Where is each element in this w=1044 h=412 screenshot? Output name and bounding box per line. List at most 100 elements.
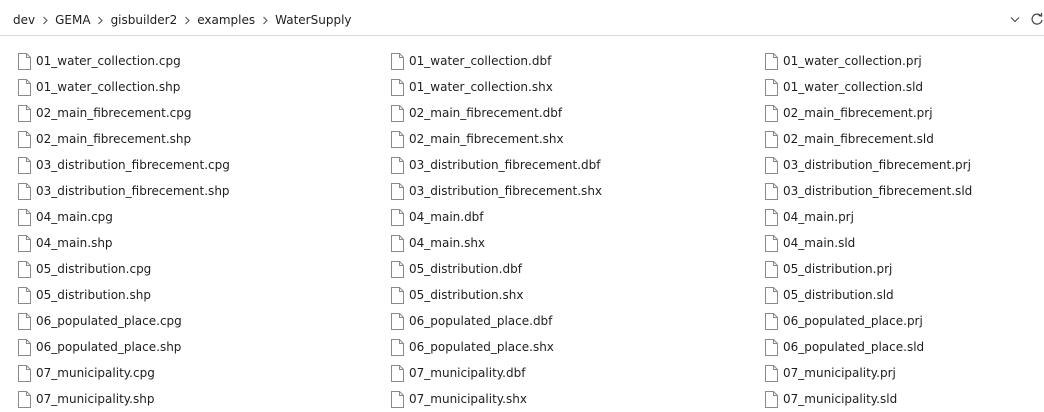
file-item[interactable]: 06_populated_place.cpg [18, 308, 230, 334]
file-name: 06_populated_place.shx [409, 340, 554, 354]
file-item[interactable]: 06_populated_place.dbf [391, 308, 602, 334]
file-icon [391, 78, 404, 96]
file-icon [391, 234, 404, 252]
file-icon [765, 390, 778, 408]
file-icon [765, 130, 778, 148]
file-item[interactable]: 01_water_collection.cpg [18, 48, 230, 74]
file-icon [18, 286, 31, 304]
file-item[interactable]: 07_municipality.shx [391, 386, 602, 412]
file-item[interactable]: 07_municipality.cpg [18, 360, 230, 386]
file-name: 01_water_collection.cpg [36, 54, 181, 68]
breadcrumb-item-watersupply[interactable]: WaterSupply [274, 13, 352, 27]
file-icon [18, 52, 31, 70]
file-name: 07_municipality.dbf [409, 366, 526, 380]
file-item[interactable]: 03_distribution_fibrecement.shx [391, 178, 602, 204]
file-icon [391, 312, 404, 330]
file-item[interactable]: 06_populated_place.shx [391, 334, 602, 360]
file-item[interactable]: 06_populated_place.sld [765, 334, 972, 360]
file-name: 01_water_collection.prj [783, 54, 922, 68]
file-item[interactable]: 01_water_collection.shx [391, 74, 602, 100]
file-item[interactable]: 02_main_fibrecement.prj [765, 100, 972, 126]
breadcrumb-item-gisbuilder2[interactable]: gisbuilder2 [110, 13, 179, 27]
file-name: 03_distribution_fibrecement.cpg [36, 158, 230, 172]
file-item[interactable]: 01_water_collection.prj [765, 48, 972, 74]
file-name: 02_main_fibrecement.cpg [36, 106, 192, 120]
file-name: 05_distribution.cpg [36, 262, 152, 276]
file-item[interactable]: 04_main.sld [765, 230, 972, 256]
file-name: 04_main.prj [783, 210, 854, 224]
file-item[interactable]: 02_main_fibrecement.sld [765, 126, 972, 152]
file-column-3: 01_water_collection.prj 01_water_collecti… [765, 48, 972, 412]
file-item[interactable]: 01_water_collection.shp [18, 74, 230, 100]
file-icon [18, 156, 31, 174]
file-item[interactable]: 05_distribution.sld [765, 282, 972, 308]
file-item[interactable]: 04_main.shx [391, 230, 602, 256]
file-name: 06_populated_place.prj [783, 314, 923, 328]
file-item[interactable]: 01_water_collection.dbf [391, 48, 602, 74]
file-item[interactable]: 04_main.prj [765, 204, 972, 230]
file-icon [18, 390, 31, 408]
file-item[interactable]: 02_main_fibrecement.cpg [18, 100, 230, 126]
file-name: 07_municipality.shp [36, 392, 155, 406]
file-item[interactable]: 06_populated_place.prj [765, 308, 972, 334]
file-list: 01_water_collection.cpg 01_water_collecti… [0, 48, 1044, 408]
file-name: 04_main.shp [36, 236, 113, 250]
file-item[interactable]: 05_distribution.dbf [391, 256, 602, 282]
breadcrumb-item-examples[interactable]: examples [196, 13, 256, 27]
file-icon [391, 208, 404, 226]
chevron-right-icon[interactable] [92, 16, 110, 25]
breadcrumb-item-gema[interactable]: GEMA [54, 13, 91, 27]
file-name: 01_water_collection.sld [783, 80, 924, 94]
file-icon [391, 130, 404, 148]
file-item[interactable]: 05_distribution.prj [765, 256, 972, 282]
file-item[interactable]: 01_water_collection.sld [765, 74, 972, 100]
file-item[interactable]: 04_main.dbf [391, 204, 602, 230]
file-item[interactable]: 03_distribution_fibrecement.shp [18, 178, 230, 204]
file-icon [18, 260, 31, 278]
file-icon [391, 182, 404, 200]
file-item[interactable]: 05_distribution.shx [391, 282, 602, 308]
file-icon [18, 338, 31, 356]
file-icon [765, 234, 778, 252]
file-name: 07_municipality.prj [783, 366, 896, 380]
file-name: 05_distribution.shp [36, 288, 151, 302]
file-icon [18, 104, 31, 122]
file-name: 05_distribution.dbf [409, 262, 522, 276]
file-icon [18, 208, 31, 226]
file-name: 06_populated_place.sld [783, 340, 925, 354]
file-item[interactable]: 03_distribution_fibrecement.prj [765, 152, 972, 178]
breadcrumb: dev GEMA gisbuilder2 examples WaterSuppl… [12, 11, 353, 29]
address-bar[interactable]: dev GEMA gisbuilder2 examples WaterSuppl… [0, 0, 1044, 36]
breadcrumb-item-dev[interactable]: dev [12, 13, 36, 27]
file-item[interactable]: 04_main.cpg [18, 204, 230, 230]
file-item[interactable]: 03_distribution_fibrecement.cpg [18, 152, 230, 178]
chevron-right-icon[interactable] [36, 16, 54, 25]
file-name: 04_main.dbf [409, 210, 484, 224]
file-item[interactable]: 05_distribution.cpg [18, 256, 230, 282]
refresh-button[interactable] [1030, 11, 1044, 27]
file-item[interactable]: 02_main_fibrecement.shx [391, 126, 602, 152]
file-item[interactable]: 02_main_fibrecement.shp [18, 126, 230, 152]
chevron-right-icon[interactable] [256, 16, 274, 25]
file-icon [18, 234, 31, 252]
file-item[interactable]: 07_municipality.shp [18, 386, 230, 412]
address-dropdown-button[interactable] [1008, 12, 1022, 26]
file-item[interactable]: 07_municipality.sld [765, 386, 972, 412]
file-item[interactable]: 03_distribution_fibrecement.sld [765, 178, 972, 204]
file-icon [765, 104, 778, 122]
file-icon [765, 78, 778, 96]
file-name: 05_distribution.prj [783, 262, 893, 276]
file-item[interactable]: 03_distribution_fibrecement.dbf [391, 152, 602, 178]
file-item[interactable]: 07_municipality.prj [765, 360, 972, 386]
file-item[interactable]: 02_main_fibrecement.dbf [391, 100, 602, 126]
file-item[interactable]: 06_populated_place.shp [18, 334, 230, 360]
chevron-right-icon[interactable] [178, 16, 196, 25]
file-column-2: 01_water_collection.dbf 01_water_collecti… [391, 48, 602, 412]
file-item[interactable]: 05_distribution.shp [18, 282, 230, 308]
file-item[interactable]: 04_main.shp [18, 230, 230, 256]
file-icon [391, 260, 404, 278]
file-item[interactable]: 07_municipality.dbf [391, 360, 602, 386]
file-icon [391, 364, 404, 382]
file-name: 02_main_fibrecement.shx [409, 132, 564, 146]
file-name: 04_main.cpg [36, 210, 113, 224]
